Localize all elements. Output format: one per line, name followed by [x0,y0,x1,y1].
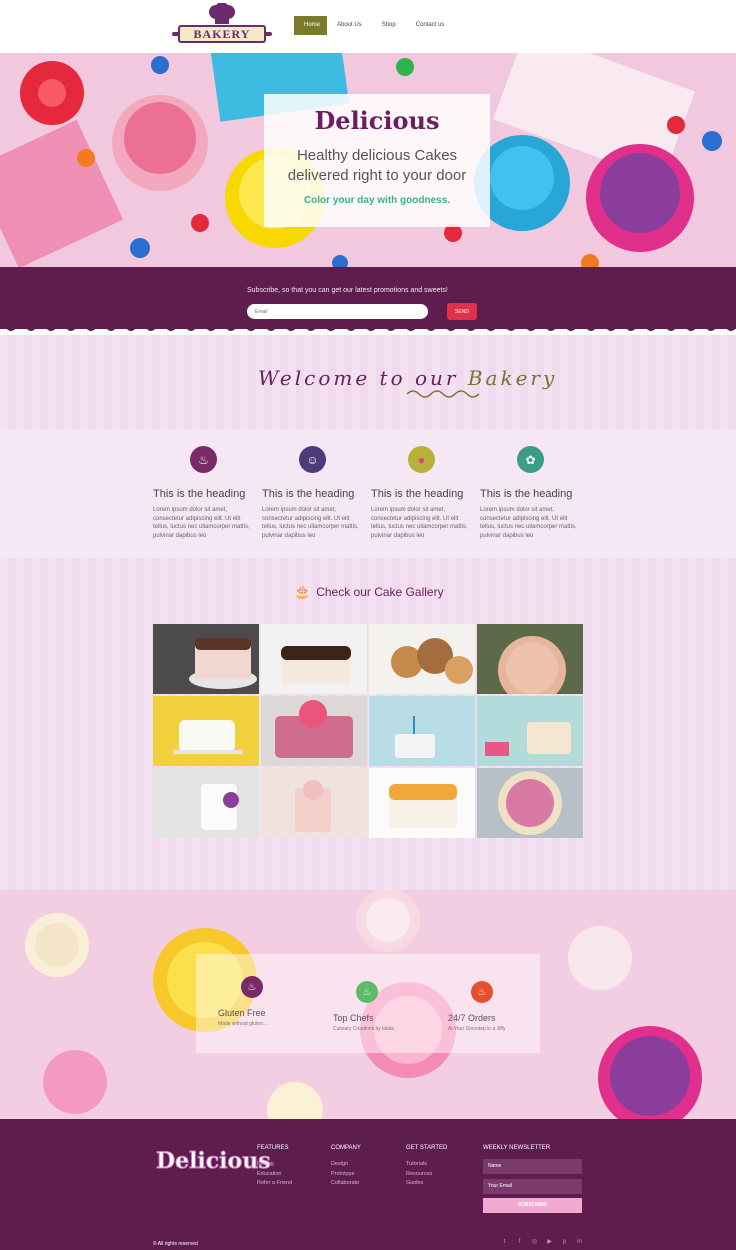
footer-col-heading: COMPANY [331,1145,361,1151]
newsletter-name-input[interactable]: Name [483,1159,582,1174]
nav-about[interactable]: About Us [327,16,372,35]
logo-text: BAKERY [193,27,251,41]
nav-shop[interactable]: Shop [372,16,406,35]
gallery-image[interactable] [369,624,475,694]
feature-heading: This is the heading [262,488,355,500]
gallery-image[interactable] [153,696,259,766]
gallery-image[interactable] [261,696,367,766]
subscribe-send-button[interactable]: SEND [447,303,477,320]
logo-banner: BAKERY [178,25,266,43]
footer-link[interactable]: Education [257,1170,292,1180]
feature-heading: This is the heading [480,488,573,500]
gallery-image[interactable] [369,696,475,766]
stat-title: Gluten Free [218,1008,266,1018]
feature-text: Lorem ipsum dolor sit amet, consectetur … [371,507,468,539]
cupcake-icon: ♨ [241,976,263,998]
pinterest-icon[interactable]: p [561,1239,568,1246]
subscribe-email-input[interactable] [247,304,428,319]
linkedin-icon[interactable]: in [576,1239,583,1246]
footer-link[interactable]: Tutorials [406,1160,447,1170]
social-links: t f ◎ ▶ p in [501,1239,583,1246]
footer-col-heading: FEATURES [257,1145,289,1151]
stat-title: 24/7 Orders [448,1013,496,1023]
stat-orders: ♨ 24/7 Orders At Your Doorstep in a Jiff… [448,981,563,1032]
hero-tagline: Color your day with goodness. [303,195,451,206]
footer-link[interactable]: Guides [406,1179,447,1189]
stat-top-chefs: ♨ Top Chefs Culinary Creations by lalala [333,981,448,1032]
dribbble-icon[interactable]: ◎ [531,1239,538,1246]
gallery-image[interactable] [477,696,583,766]
newsletter-email-input[interactable]: Your Email [483,1179,582,1194]
footer-newsletter: WEEKLY NEWSLETTER [483,1145,550,1160]
footer-brand[interactable]: Delicious [156,1148,272,1175]
stat-subtitle: Culinary Creations by lalala [333,1026,394,1032]
gallery-title: 🎂 Check our Cake Gallery [294,584,444,600]
footer-col-features: FEATURES Pricing Education Refer a Frien… [257,1145,292,1189]
feature-text: Lorem ipsum dolor sit amet, consectetur … [262,507,359,539]
hero-card: Delicious Healthy delicious Cakes delive… [264,94,490,227]
welcome-heading: Welcome to our Bakery [258,366,557,390]
welcome-emphasis: Bakery [467,366,558,390]
newsletter-heading: WEEKLY NEWSLETTER [483,1145,551,1151]
gallery-image[interactable] [153,768,259,838]
bunny-icon: ✿ [517,446,544,473]
facebook-icon[interactable]: f [516,1239,523,1246]
welcome-prefix: Welcome to our [258,366,459,390]
gallery-image[interactable] [153,624,259,694]
chef-icon: ☺ [299,446,326,473]
footer-link[interactable]: Pricing [257,1160,292,1170]
footer-col-heading: GET STARTED [406,1145,448,1151]
nav-links: Home About Us Shop Contact us [294,16,454,35]
stat-title: Top Chefs [333,1013,374,1023]
newsletter-subscribe-button[interactable]: SUBSCRIBE [483,1198,582,1213]
gallery-title-text: Check our Cake Gallery [316,585,444,599]
cupcake-icon: ♨ [190,446,217,473]
feature-3: ● This is the heading Lorem ipsum dolor … [371,446,475,540]
feature-2: ☺ This is the heading Lorem ipsum dolor … [262,446,366,540]
birthday-cake-icon: 🎂 [294,584,311,599]
ice-cream-icon: ● [408,446,435,473]
hero-headline-line1: Healthy delicious Cakes [296,147,458,164]
youtube-icon[interactable]: ▶ [546,1239,553,1246]
gallery-image[interactable] [261,624,367,694]
twitter-icon[interactable]: t [501,1239,508,1246]
gallery-image[interactable] [477,768,583,838]
hero-headline-line2: delivered right to your door [287,167,467,184]
feature-text: Lorem ipsum dolor sit amet, consectetur … [480,507,577,539]
feature-heading: This is the heading [153,488,246,500]
nav-home[interactable]: Home [294,16,327,35]
stat-gluten-free: ♨ Gluten Free Made without gluten... [218,976,333,1027]
footer-link[interactable]: Collaborate [331,1179,361,1189]
gallery-image[interactable] [369,768,475,838]
footer-link[interactable]: Prototype [331,1170,361,1180]
squiggle-underline [406,390,480,398]
cupcake-icon: ♨ [356,981,378,1003]
footer-link[interactable]: Resources [406,1170,447,1180]
subscribe-band [0,267,736,329]
stat-subtitle: At Your Doorstep in a Jiffy [448,1026,506,1032]
feature-heading: This is the heading [371,488,464,500]
footer-link[interactable]: Design [331,1160,361,1170]
footer-link[interactable]: Refer a Friend [257,1179,292,1189]
cupcake-icon: ♨ [471,981,493,1003]
footer-col-company: COMPANY Design Prototype Collaborate [331,1145,361,1189]
copyright: © All rights reserved [153,1241,198,1247]
hero-brand: Delicious [314,106,440,135]
gallery-image[interactable] [261,768,367,838]
subscribe-text: Subscribe, so that you can get our lates… [247,287,448,294]
footer [0,1119,736,1250]
nav-contact[interactable]: Contact us [406,16,455,35]
gallery-image[interactable] [477,624,583,694]
feature-1: ♨ This is the heading Lorem ipsum dolor … [153,446,257,540]
chef-hat-icon [209,3,235,24]
features-section [0,430,736,558]
footer-col-get-started: GET STARTED Tutorials Resources Guides [406,1145,447,1189]
gallery-section [0,558,736,890]
hero-headline: Healthy delicious Cakes delivered right … [264,146,490,186]
feature-4: ✿ This is the heading Lorem ipsum dolor … [480,446,584,540]
feature-text: Lorem ipsum dolor sit amet, consectetur … [153,507,250,539]
stat-subtitle: Made without gluten... [218,1021,267,1027]
bakery-logo[interactable]: BAKERY [172,3,272,47]
